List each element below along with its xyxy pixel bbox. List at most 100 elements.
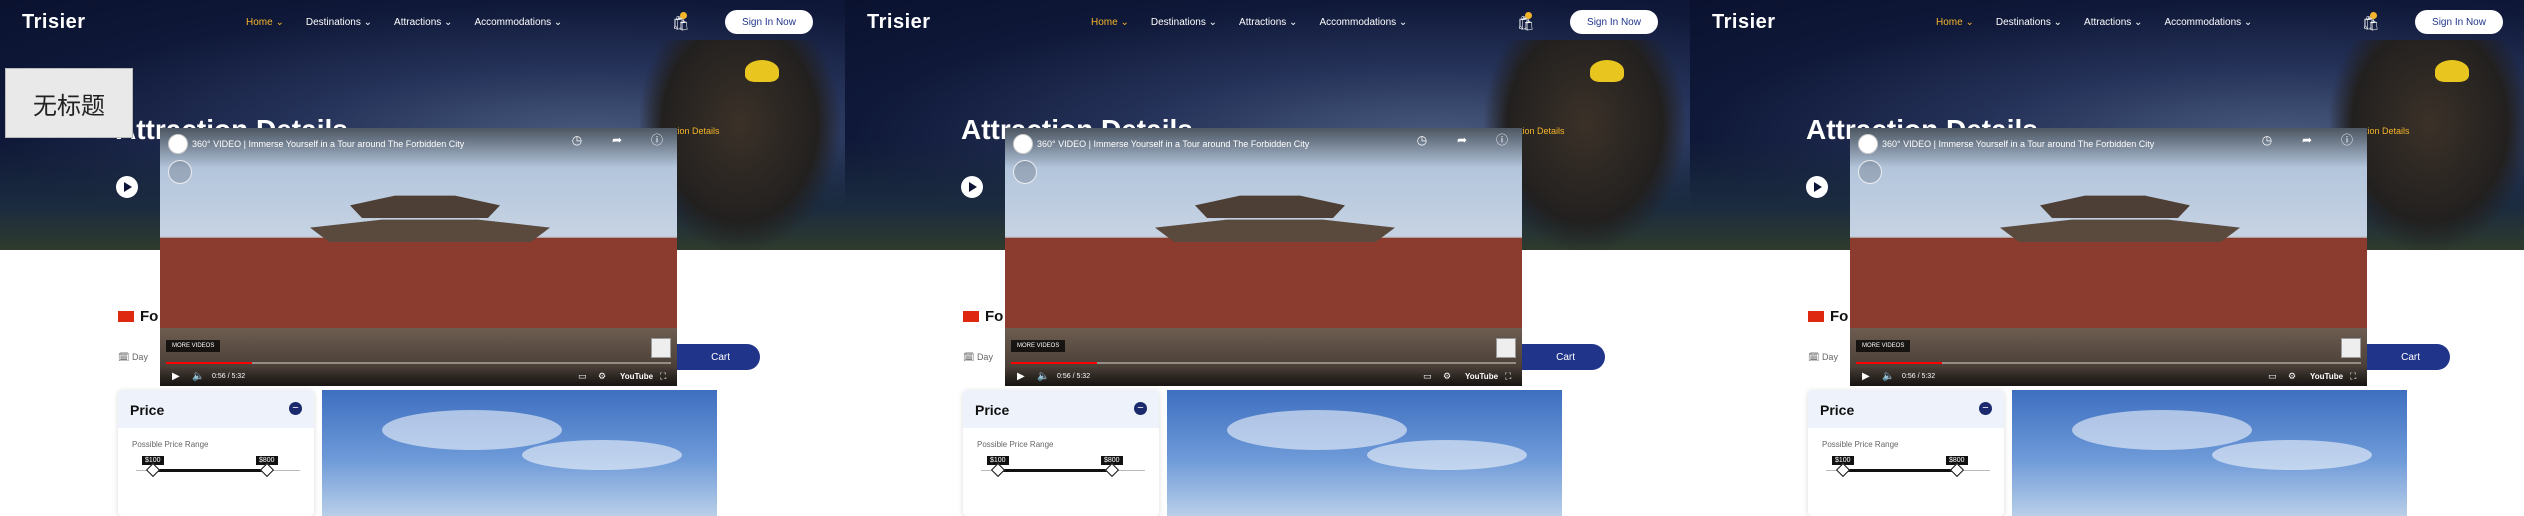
nav-accommodations[interactable]: Accommodations ⌄ (1319, 17, 1407, 28)
collapse-icon[interactable]: − (1134, 402, 1147, 415)
breadcrumb[interactable]: tion Details (675, 126, 720, 136)
price-filter-card: Price − Possible Price Range $100 $800 (963, 390, 1159, 516)
more-videos-button[interactable]: MORE VIDEOS (166, 340, 221, 352)
nav-destinations[interactable]: Destinations ⌄ (306, 17, 372, 28)
video-time: 0:56 / 5:32 (212, 373, 246, 380)
play-icon[interactable]: ▶ (1017, 371, 1025, 382)
nav-home[interactable]: Home ⌄ (246, 17, 284, 28)
settings-icon[interactable]: ⚙ (598, 371, 606, 382)
china-flag-icon (1808, 311, 1824, 322)
nav-destinations[interactable]: Destinations ⌄ (1996, 17, 2062, 28)
cart-icon[interactable]: 🛍 (672, 12, 690, 32)
play-icon[interactable]: ▶ (1862, 371, 1870, 382)
nav-home[interactable]: Home ⌄ (1091, 17, 1129, 28)
info-button[interactable]: ⓘ (2330, 134, 2364, 146)
nav-attractions[interactable]: Attractions ⌄ (1239, 17, 1297, 28)
hero-play-icon[interactable] (116, 176, 138, 198)
video-progress-bar[interactable] (1011, 362, 1516, 364)
fullscreen-icon[interactable]: ⛶ (660, 371, 666, 382)
video-progress-fill (166, 362, 252, 364)
volume-icon[interactable]: 🔈 (1037, 371, 1049, 382)
share-button[interactable]: ➦ (2290, 134, 2324, 146)
breadcrumb[interactable]: tion Details (2365, 126, 2410, 136)
site-logo[interactable]: Trisier (1712, 11, 1776, 34)
more-videos-button[interactable]: MORE VIDEOS (1011, 340, 1066, 352)
price-card-header[interactable]: Price − (1808, 390, 2004, 428)
youtube-360-video-player[interactable]: 360° VIDEO | Immerse Yourself in a Tour … (1850, 128, 2367, 386)
360-pan-control-icon[interactable] (168, 160, 192, 184)
price-title: Price (130, 402, 165, 418)
collapse-icon[interactable]: − (1979, 402, 1992, 415)
video-title[interactable]: 360° VIDEO | Immerse Yourself in a Tour … (192, 139, 464, 149)
min-price-handle[interactable] (990, 462, 1006, 478)
share-button[interactable]: ➦ (1445, 134, 1479, 146)
channel-avatar[interactable] (1858, 134, 1878, 154)
nav-home[interactable]: Home ⌄ (1936, 17, 1974, 28)
watch-later-button[interactable]: ◷ (2250, 134, 2284, 146)
cart-icon[interactable]: 🛍 (1517, 12, 1535, 32)
video-title[interactable]: 360° VIDEO | Immerse Yourself in a Tour … (1037, 139, 1309, 149)
site-logo[interactable]: Trisier (22, 11, 86, 34)
tour-heading: Fo (118, 308, 158, 325)
watch-later-button[interactable]: ◷ (560, 134, 594, 146)
attraction-photo (1167, 390, 1562, 516)
captions-icon[interactable]: ▭ (578, 371, 587, 382)
settings-icon[interactable]: ⚙ (1443, 371, 1451, 382)
youtube-360-video-player[interactable]: 360° VIDEO | Immerse Yourself in a Tour … (160, 128, 677, 386)
tour-heading: Fo (963, 308, 1003, 325)
share-icon: ➦ (611, 133, 623, 147)
untitled-window-label[interactable]: 无标题 (5, 68, 133, 138)
360-pan-control-icon[interactable] (1858, 160, 1882, 184)
hero-play-icon[interactable] (961, 176, 983, 198)
sign-in-button[interactable]: Sign In Now (2415, 10, 2503, 34)
more-videos-button[interactable]: MORE VIDEOS (1856, 340, 1911, 352)
video-progress-bar[interactable] (1856, 362, 2361, 364)
video-title[interactable]: 360° VIDEO | Immerse Yourself in a Tour … (1882, 139, 2154, 149)
min-price-handle[interactable] (145, 462, 161, 478)
youtube-logo[interactable]: YouTube (1465, 372, 1498, 381)
max-price-handle[interactable] (1949, 462, 1965, 478)
min-price-handle[interactable] (1835, 462, 1851, 478)
price-slider-range (152, 469, 267, 472)
browser-pane-2: Trisier Home ⌄ Destinations ⌄ Attraction… (845, 0, 1700, 516)
youtube-360-video-player[interactable]: 360° VIDEO | Immerse Yourself in a Tour … (1005, 128, 1522, 386)
site-logo[interactable]: Trisier (867, 11, 931, 34)
fullscreen-icon[interactable]: ⛶ (1505, 371, 1511, 382)
sign-in-button[interactable]: Sign In Now (725, 10, 813, 34)
play-icon[interactable]: ▶ (172, 371, 180, 382)
video-progress-bar[interactable] (166, 362, 671, 364)
nav-attractions[interactable]: Attractions ⌄ (394, 17, 452, 28)
channel-watermark-icon[interactable] (1496, 338, 1516, 358)
main-menu: Home ⌄ Destinations ⌄ Attractions ⌄ Acco… (1091, 17, 1407, 28)
info-button[interactable]: ⓘ (640, 134, 674, 146)
info-button[interactable]: ⓘ (1485, 134, 1519, 146)
breadcrumb[interactable]: tion Details (1520, 126, 1565, 136)
cart-icon[interactable]: 🛍 (2362, 12, 2380, 32)
nav-destinations[interactable]: Destinations ⌄ (1151, 17, 1217, 28)
price-card-header[interactable]: Price − (118, 390, 314, 428)
volume-icon[interactable]: 🔈 (192, 371, 204, 382)
captions-icon[interactable]: ▭ (1423, 371, 1432, 382)
channel-watermark-icon[interactable] (651, 338, 671, 358)
channel-avatar[interactable] (1013, 134, 1033, 154)
channel-watermark-icon[interactable] (2341, 338, 2361, 358)
max-price-handle[interactable] (1104, 462, 1120, 478)
price-card-header[interactable]: Price − (963, 390, 1159, 428)
hero-play-icon[interactable] (1806, 176, 1828, 198)
captions-icon[interactable]: ▭ (2268, 371, 2277, 382)
collapse-icon[interactable]: − (289, 402, 302, 415)
max-price-handle[interactable] (259, 462, 275, 478)
nav-attractions[interactable]: Attractions ⌄ (2084, 17, 2142, 28)
fullscreen-icon[interactable]: ⛶ (2350, 371, 2356, 382)
share-button[interactable]: ➦ (600, 134, 634, 146)
nav-accommodations[interactable]: Accommodations ⌄ (474, 17, 562, 28)
sign-in-button[interactable]: Sign In Now (1570, 10, 1658, 34)
watch-later-button[interactable]: ◷ (1405, 134, 1439, 146)
settings-icon[interactable]: ⚙ (2288, 371, 2296, 382)
nav-accommodations[interactable]: Accommodations ⌄ (2164, 17, 2252, 28)
youtube-logo[interactable]: YouTube (2310, 372, 2343, 381)
360-pan-control-icon[interactable] (1013, 160, 1037, 184)
volume-icon[interactable]: 🔈 (1882, 371, 1894, 382)
channel-avatar[interactable] (168, 134, 188, 154)
youtube-logo[interactable]: YouTube (620, 372, 653, 381)
